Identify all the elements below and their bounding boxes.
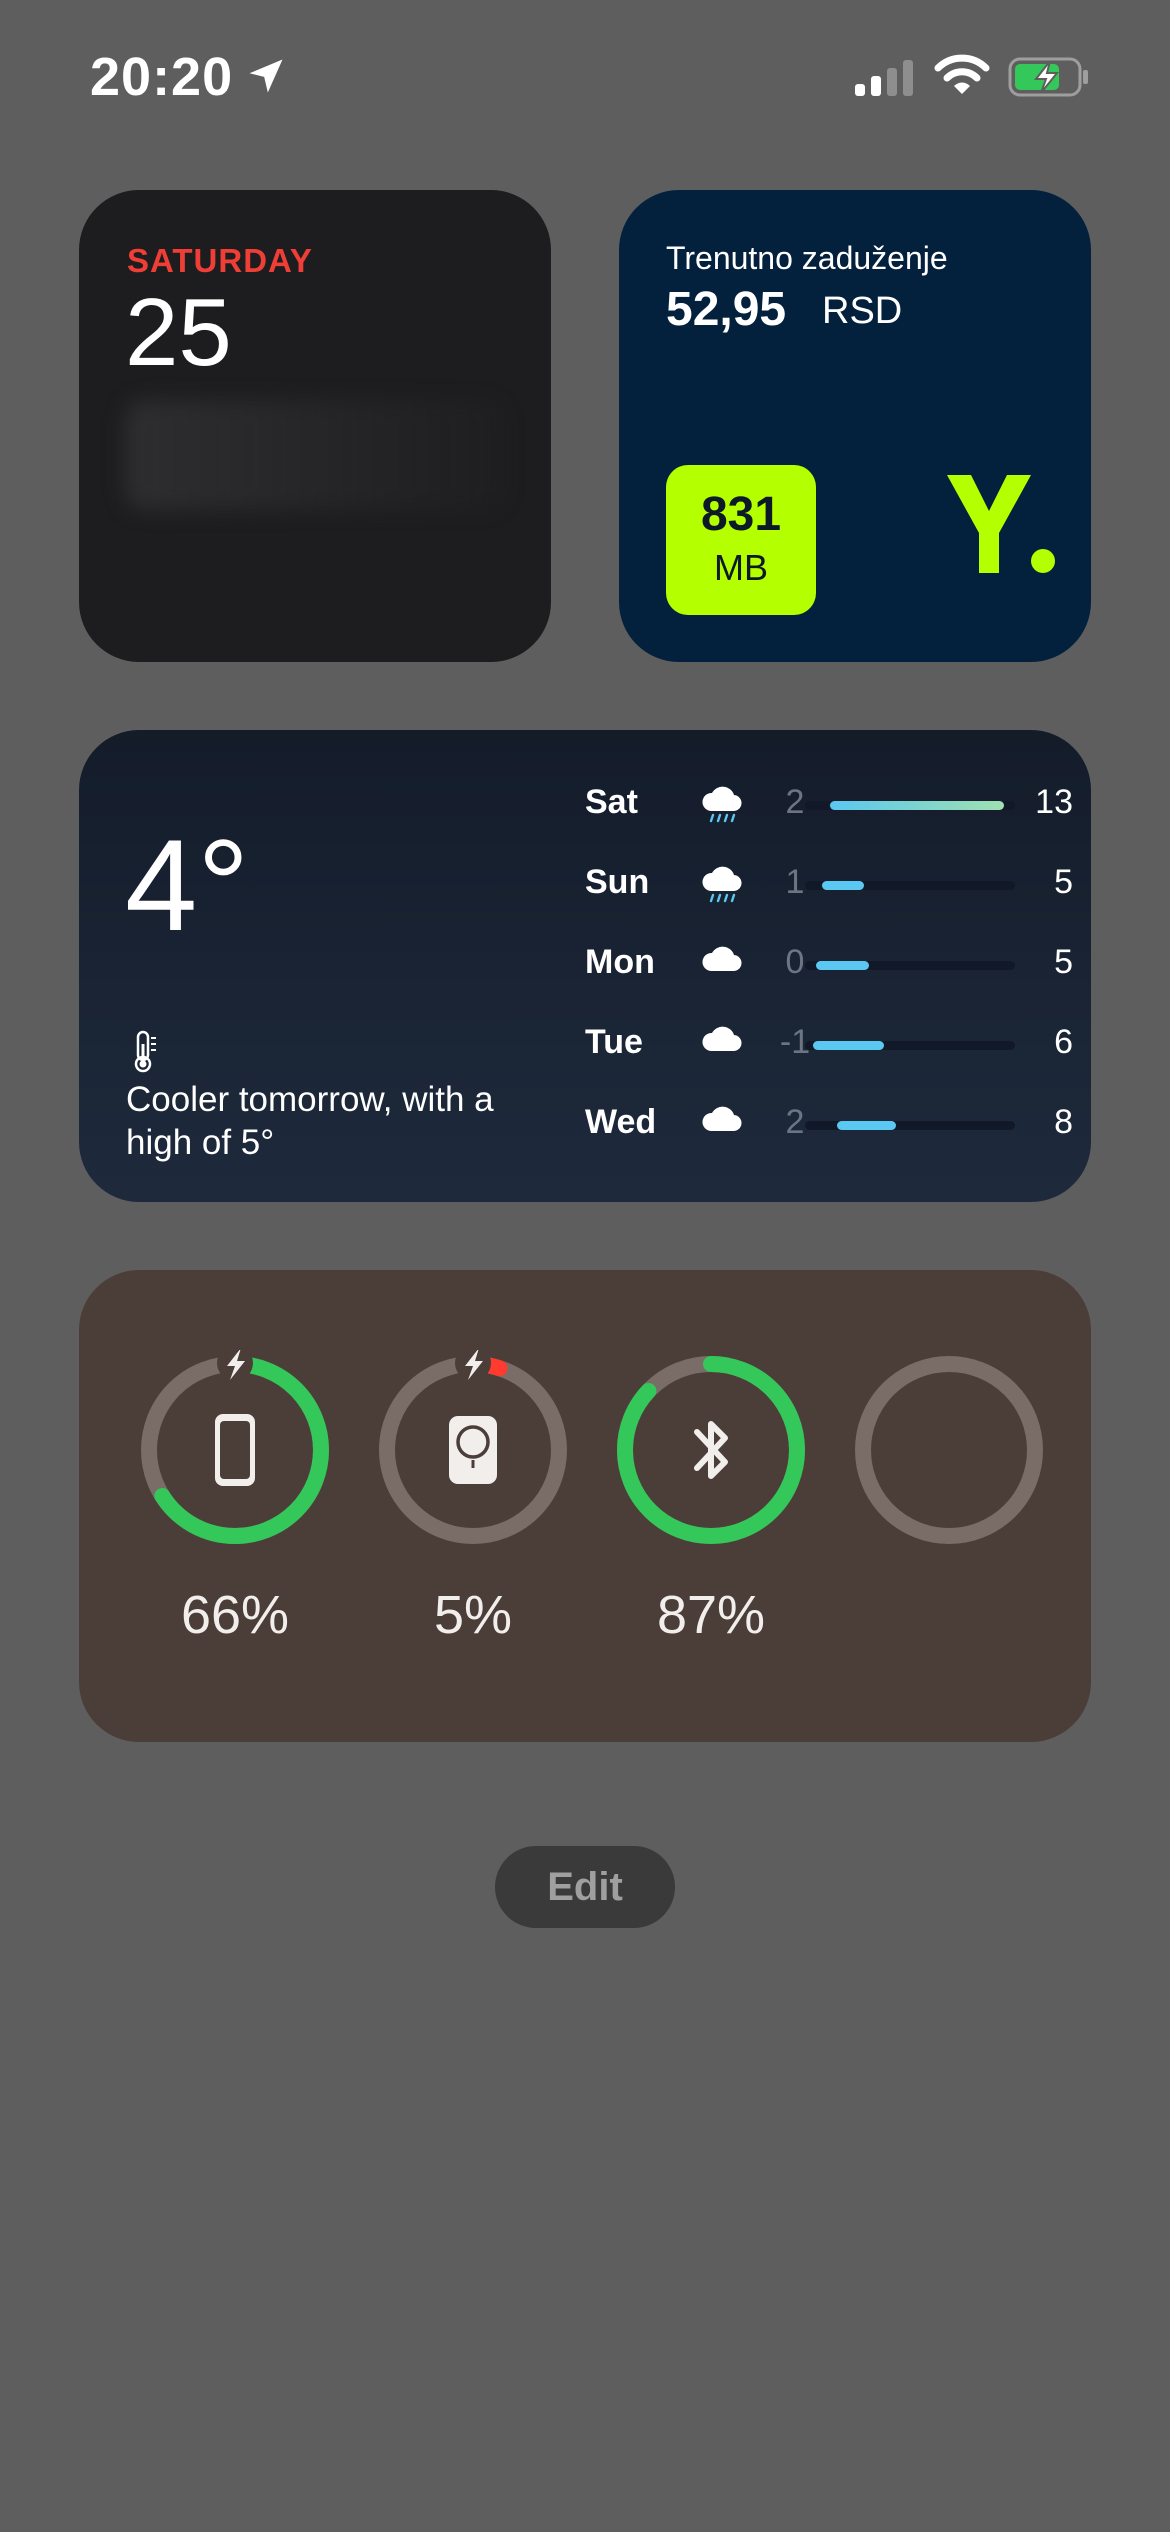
iphone-icon [215, 1414, 255, 1486]
calendar-weekday: SATURDAY [127, 242, 313, 279]
yettel-widget[interactable]: Trenutno zaduženje 52,95 RSD 831 MB [619, 190, 1091, 662]
rain-cloud-icon [702, 786, 742, 823]
status-time: 20:20 [90, 47, 234, 107]
temperature-range-fill [816, 961, 869, 970]
battery-item-magsafe-battery: 5% [373, 1350, 573, 1650]
status-bar: 20:20 [0, 0, 1170, 150]
forecast-day: Tue [585, 1023, 643, 1061]
edit-button[interactable]: Edit [495, 1846, 675, 1928]
weather-widget[interactable]: 4° Cooler tomorrow, with a high of 5° Sa… [79, 730, 1091, 1202]
forecast-row: Tue -1 6 [585, 1015, 1085, 1075]
forecast-high: 5 [1054, 943, 1073, 981]
temperature-range-fill [822, 881, 864, 890]
cloud-icon [702, 946, 742, 972]
charging-bolt-icon [217, 1350, 253, 1381]
temperature-range-bar [805, 1121, 1015, 1130]
temperature-range-bar [805, 881, 1015, 890]
balance-label: Trenutno zaduženje [666, 240, 948, 276]
temperature-range-bar [805, 801, 1015, 810]
battery-percent: 5% [433, 1585, 513, 1645]
cloud-icon [702, 1106, 742, 1132]
bluetooth-icon [694, 1421, 728, 1479]
temperature-range-bar [805, 961, 1015, 970]
battery-ring [141, 1350, 329, 1544]
wifi-icon [934, 54, 990, 94]
cloud-icon [702, 1026, 742, 1052]
data-remaining-value: 831 [700, 488, 782, 541]
forecast-row: Mon 0 5 [585, 935, 1085, 995]
forecast-high: 5 [1054, 863, 1073, 901]
calendar-widget[interactable]: SATURDAY 25 [79, 190, 551, 662]
forecast-day: Wed [585, 1103, 657, 1141]
forecast-day: Sat [585, 783, 638, 821]
magsafe-battery-icon [449, 1416, 497, 1484]
batteries-widget[interactable]: 66% 5% 87% [79, 1270, 1091, 1742]
battery-item-bluetooth-device: 87% [611, 1350, 811, 1650]
forecast-day: Mon [585, 943, 655, 981]
forecast-row: Sat 2 13 [585, 775, 1085, 835]
yettel-logo-icon [947, 475, 1055, 573]
forecast-high: 6 [1054, 1023, 1073, 1061]
current-temperature: 4° [125, 812, 250, 958]
forecast-row: Sun 1 5 [585, 855, 1085, 915]
battery-ring [379, 1350, 567, 1544]
temperature-range-fill [837, 1121, 896, 1130]
rain-cloud-icon [702, 866, 742, 903]
data-remaining-badge: 831 MB [666, 465, 816, 615]
forecast-high: 8 [1054, 1103, 1073, 1141]
temperature-range-fill [813, 1041, 884, 1050]
battery-ring [855, 1356, 1043, 1544]
charging-bolt-icon [455, 1350, 491, 1381]
location-arrow-icon [249, 59, 283, 93]
battery-ring [617, 1356, 805, 1544]
temperature-range-fill [830, 801, 1004, 810]
forecast-high: 13 [1035, 783, 1073, 821]
battery-item-empty-slot [849, 1350, 1049, 1650]
battery-percent: 66% [180, 1585, 290, 1645]
calendar-date: 25 [125, 279, 232, 386]
forecast-day: Sun [585, 863, 650, 901]
battery-ring-track [855, 1356, 1043, 1544]
battery-item-iphone: 66% [135, 1350, 335, 1650]
battery-charging-icon [1008, 57, 1088, 97]
forecast-row: Wed 2 8 [585, 1095, 1085, 1155]
cellular-signal-icon [855, 60, 913, 96]
battery-percent: 87% [656, 1585, 766, 1645]
data-remaining-unit: MB [714, 547, 768, 588]
balance-currency: RSD [822, 290, 903, 332]
balance-amount: 52,95 [666, 283, 787, 336]
thermometer-icon [134, 1030, 156, 1073]
weather-message: Cooler tomorrow, with a high of 5° [126, 1080, 494, 1162]
calendar-blurred-events [125, 400, 505, 510]
temperature-range-bar [805, 1041, 1015, 1050]
